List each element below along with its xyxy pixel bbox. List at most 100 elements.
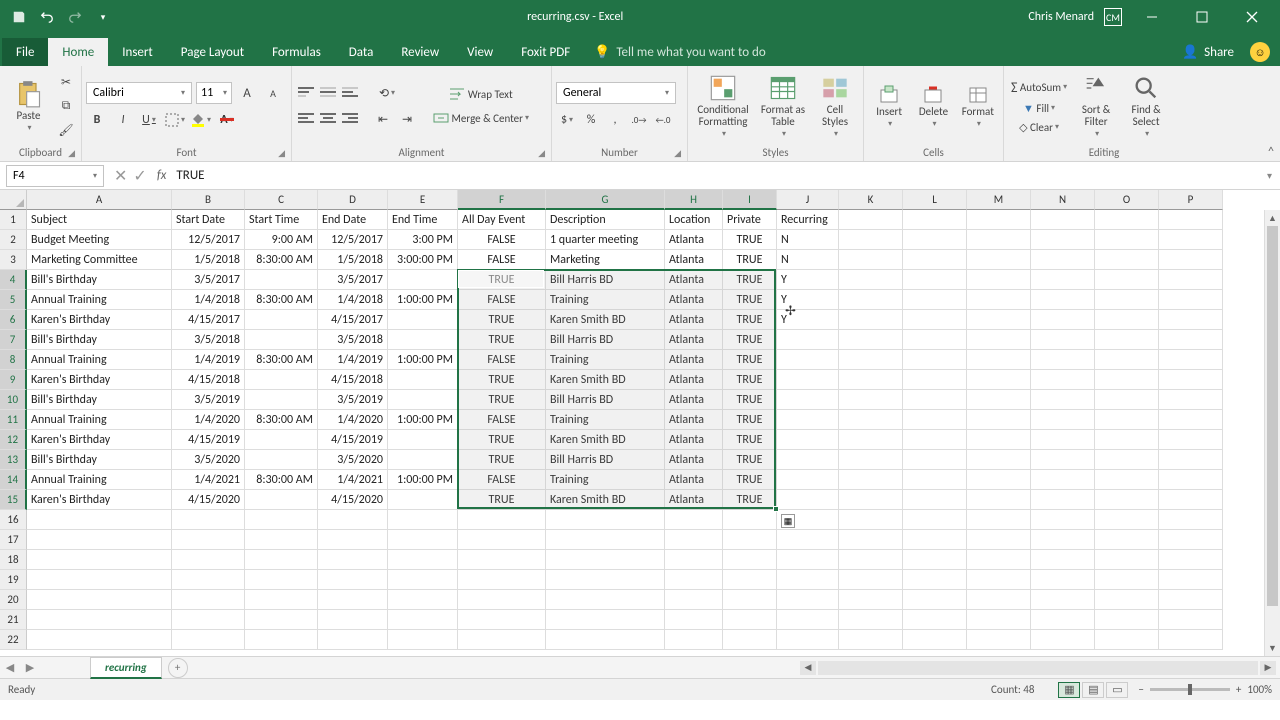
cell-O5[interactable] (1095, 290, 1159, 310)
cell-J18[interactable] (777, 550, 839, 570)
cell-O16[interactable] (1095, 510, 1159, 530)
cell-N4[interactable] (1031, 270, 1095, 290)
cell-G20[interactable] (546, 590, 665, 610)
increase-decimal-button[interactable]: .0→ (628, 110, 650, 130)
user-name[interactable]: Chris Menard (1028, 10, 1094, 24)
cell-H1[interactable]: Location (665, 210, 723, 230)
cell-K20[interactable] (839, 590, 903, 610)
cell-K17[interactable] (839, 530, 903, 550)
cell-N12[interactable] (1031, 430, 1095, 450)
cut-button[interactable]: ✂ (55, 72, 77, 92)
cell-A1[interactable]: Subject (27, 210, 172, 230)
column-header-H[interactable]: H (665, 190, 723, 210)
cell-I18[interactable] (723, 550, 777, 570)
cell-O20[interactable] (1095, 590, 1159, 610)
column-header-E[interactable]: E (388, 190, 458, 210)
cell-I6[interactable]: TRUE (723, 310, 777, 330)
column-header-D[interactable]: D (318, 190, 388, 210)
cell-D22[interactable] (318, 630, 388, 650)
cell-I19[interactable] (723, 570, 777, 590)
insert-cells-button[interactable]: Insert▾ (868, 82, 910, 131)
cell-M20[interactable] (967, 590, 1031, 610)
cell-L21[interactable] (903, 610, 967, 630)
cell-L11[interactable] (903, 410, 967, 430)
cell-P13[interactable] (1159, 450, 1223, 470)
user-badge[interactable]: CM (1104, 8, 1122, 26)
cell-D5[interactable]: 1/4/2018 (318, 290, 388, 310)
cell-A15[interactable]: Karen's Birthday (27, 490, 172, 510)
column-header-L[interactable]: L (903, 190, 967, 210)
row-header-17[interactable]: 17 (0, 530, 27, 550)
cell-O21[interactable] (1095, 610, 1159, 630)
column-header-O[interactable]: O (1095, 190, 1159, 210)
row-header-20[interactable]: 20 (0, 590, 27, 610)
cell-D13[interactable]: 3/5/2020 (318, 450, 388, 470)
cell-G19[interactable] (546, 570, 665, 590)
cell-P1[interactable] (1159, 210, 1223, 230)
cell-A4[interactable]: Bill's Birthday (27, 270, 172, 290)
cell-E1[interactable]: End Time (388, 210, 458, 230)
cell-C7[interactable] (245, 330, 318, 350)
cell-J7[interactable] (777, 330, 839, 350)
autosum-button[interactable]: Σ AutoSum▾ (1008, 77, 1070, 98)
row-header-12[interactable]: 12 (0, 430, 27, 450)
cell-H18[interactable] (665, 550, 723, 570)
close-button[interactable] (1232, 0, 1272, 34)
column-header-N[interactable]: N (1031, 190, 1095, 210)
tab-nav-prev[interactable]: ◀ (6, 661, 14, 674)
align-bottom-button[interactable] (340, 83, 360, 101)
cell-N18[interactable] (1031, 550, 1095, 570)
cell-E17[interactable] (388, 530, 458, 550)
cell-G21[interactable] (546, 610, 665, 630)
cell-E20[interactable] (388, 590, 458, 610)
sort-filter-button[interactable]: Sort & Filter▾ (1072, 72, 1120, 141)
cell-A10[interactable]: Bill's Birthday (27, 390, 172, 410)
comma-format-button[interactable]: , (604, 110, 626, 130)
cell-M16[interactable] (967, 510, 1031, 530)
cell-D11[interactable]: 1/4/2020 (318, 410, 388, 430)
select-all-button[interactable] (0, 190, 27, 210)
cell-I3[interactable]: TRUE (723, 250, 777, 270)
cell-B22[interactable] (172, 630, 245, 650)
cell-J17[interactable] (777, 530, 839, 550)
cell-P9[interactable] (1159, 370, 1223, 390)
page-break-view-button[interactable]: ▭ (1106, 682, 1128, 698)
cell-C5[interactable]: 8:30:00 AM (245, 290, 318, 310)
cell-G13[interactable]: Bill Harris BD (546, 450, 665, 470)
column-header-P[interactable]: P (1159, 190, 1223, 210)
zoom-level[interactable]: 100% (1247, 683, 1272, 696)
shrink-font-button[interactable]: A (262, 83, 284, 103)
cell-D15[interactable]: 4/15/2020 (318, 490, 388, 510)
cell-A14[interactable]: Annual Training (27, 470, 172, 490)
cell-J5[interactable]: Y (777, 290, 839, 310)
copy-button[interactable]: ⧉ (55, 96, 77, 116)
cell-N3[interactable] (1031, 250, 1095, 270)
fill-button[interactable]: ▼ Fill▾ (1008, 100, 1070, 117)
cell-K9[interactable] (839, 370, 903, 390)
cell-H12[interactable]: Atlanta (665, 430, 723, 450)
cell-N7[interactable] (1031, 330, 1095, 350)
decrease-indent-button[interactable]: ⇤ (372, 109, 394, 129)
qat-customize-button[interactable]: ▾ (90, 4, 116, 30)
cell-E22[interactable] (388, 630, 458, 650)
column-header-K[interactable]: K (839, 190, 903, 210)
cell-K3[interactable] (839, 250, 903, 270)
cell-I2[interactable]: TRUE (723, 230, 777, 250)
cell-J22[interactable] (777, 630, 839, 650)
cell-F6[interactable]: TRUE (458, 310, 546, 330)
cell-E13[interactable] (388, 450, 458, 470)
find-select-button[interactable]: Find & Select▾ (1122, 72, 1170, 141)
autofill-options-button[interactable]: ▦ (781, 514, 795, 528)
cell-H7[interactable]: Atlanta (665, 330, 723, 350)
cell-C11[interactable]: 8:30:00 AM (245, 410, 318, 430)
cell-F10[interactable]: TRUE (458, 390, 546, 410)
cell-E15[interactable] (388, 490, 458, 510)
minimize-button[interactable] (1132, 0, 1172, 34)
wrap-text-button[interactable]: Wrap Text (430, 85, 532, 103)
cell-A19[interactable] (27, 570, 172, 590)
cell-F18[interactable] (458, 550, 546, 570)
cell-P3[interactable] (1159, 250, 1223, 270)
cell-P11[interactable] (1159, 410, 1223, 430)
cell-G7[interactable]: Bill Harris BD (546, 330, 665, 350)
cell-J9[interactable] (777, 370, 839, 390)
